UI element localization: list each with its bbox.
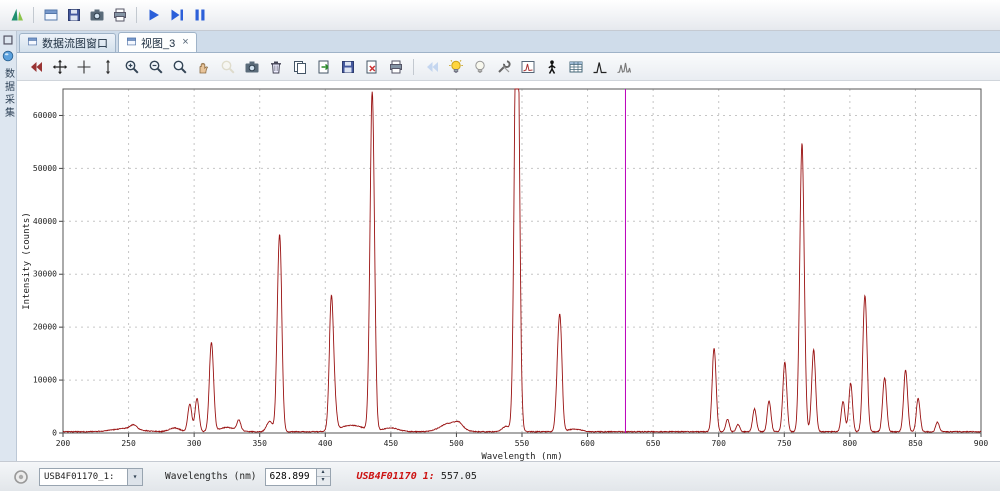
- svg-text:50000: 50000: [33, 164, 57, 173]
- lamp-on-button[interactable]: [445, 56, 466, 77]
- export-button[interactable]: [313, 56, 334, 77]
- svg-text:350: 350: [252, 439, 267, 448]
- svg-text:800: 800: [843, 439, 858, 448]
- pause-button[interactable]: [189, 5, 210, 26]
- copy-button[interactable]: [289, 56, 310, 77]
- zoom-out-button[interactable]: [145, 56, 166, 77]
- chevron-down-icon[interactable]: ▾: [127, 469, 142, 485]
- wavelength-value[interactable]: 628.899: [266, 469, 316, 485]
- pan-button[interactable]: [49, 56, 70, 77]
- main-area: 数据采集 数据流图窗口 视图_3 × 200 250 300 350 400 450 500 55…: [0, 31, 1000, 461]
- scale-back-button[interactable]: [25, 56, 46, 77]
- save-spectrum-button[interactable]: [337, 56, 358, 77]
- spin-up-button[interactable]: ▴: [317, 469, 330, 478]
- play-button[interactable]: [143, 5, 164, 26]
- svg-text:Intensity (counts): Intensity (counts): [22, 212, 32, 310]
- save-button[interactable]: [63, 5, 84, 26]
- spectrum-trace: [63, 89, 981, 432]
- document-area: 数据流图窗口 视图_3 × 200 250 300 350 400 450 500 550 600 6…: [17, 31, 1000, 461]
- app-logo: [6, 5, 27, 26]
- rewind-button[interactable]: [421, 56, 442, 77]
- crosshair-button[interactable]: [73, 56, 94, 77]
- svg-text:60000: 60000: [33, 111, 57, 120]
- svg-text:700: 700: [711, 439, 726, 448]
- svg-text:400: 400: [318, 439, 333, 448]
- target-icon[interactable]: [10, 466, 31, 487]
- spin-down-button[interactable]: ▾: [317, 477, 330, 485]
- wavelength-input[interactable]: 628.899 ▴ ▾: [265, 468, 331, 486]
- tab-icon: [27, 36, 38, 50]
- svg-text:10000: 10000: [33, 376, 57, 385]
- side-panel-strip: 数据采集: [0, 31, 17, 461]
- svg-text:650: 650: [646, 439, 661, 448]
- dock-icon[interactable]: [1, 33, 15, 47]
- new-view-button[interactable]: [517, 56, 538, 77]
- chart-toolbar: [17, 53, 1000, 81]
- vertical-cursor-button[interactable]: [97, 56, 118, 77]
- tab-label: 数据流图窗口: [42, 35, 108, 51]
- main-toolbar: [0, 0, 1000, 31]
- tab-close-icon[interactable]: ×: [182, 37, 188, 48]
- hand-button[interactable]: [193, 56, 214, 77]
- svg-text:450: 450: [384, 439, 399, 448]
- svg-text:850: 850: [908, 439, 923, 448]
- app-window: 数据采集 数据流图窗口 视图_3 × 200 250 300 350 400 450 500 55…: [0, 0, 1000, 491]
- svg-text:30000: 30000: [33, 270, 57, 279]
- zoom-window-button[interactable]: [169, 56, 190, 77]
- svg-text:300: 300: [187, 439, 202, 448]
- toolbar-separator: [33, 7, 34, 23]
- wavelength-label: Wavelengths (nm): [165, 471, 257, 482]
- side-panel-tab[interactable]: 数据采集: [1, 68, 16, 120]
- zoom-in-button[interactable]: [121, 56, 142, 77]
- lamp-off-button[interactable]: [469, 56, 490, 77]
- multi-peak-button[interactable]: [613, 56, 634, 77]
- tab-bar: 数据流图窗口 视图_3 ×: [17, 31, 1000, 53]
- tab-icon: [126, 36, 137, 50]
- svg-text:500: 500: [449, 439, 464, 448]
- snapshot-button[interactable]: [86, 5, 107, 26]
- tools-button[interactable]: [493, 56, 514, 77]
- svg-text:900: 900: [974, 439, 989, 448]
- spinner-buttons: ▴ ▾: [316, 469, 330, 485]
- cursor-readout: USB4F01170 1: 557.05: [357, 471, 477, 482]
- chart-area: 200 250 300 350 400 450 500 550 600 650 700 750 800 8…: [17, 81, 1000, 465]
- delete-button[interactable]: [265, 56, 286, 77]
- device-icon[interactable]: [1, 49, 15, 63]
- peak-find-button[interactable]: [589, 56, 610, 77]
- tab-label: 视图_3: [141, 35, 175, 51]
- person-button[interactable]: [541, 56, 562, 77]
- print-button[interactable]: [109, 5, 130, 26]
- device-select[interactable]: USB4F01170_1: ▾: [39, 468, 143, 486]
- print-graph-button[interactable]: [385, 56, 406, 77]
- svg-text:250: 250: [121, 439, 136, 448]
- device-select-value: USB4F01170_1:: [44, 472, 114, 482]
- table-view-button[interactable]: [565, 56, 586, 77]
- zoom-reset-button[interactable]: [217, 56, 238, 77]
- svg-text:200: 200: [56, 439, 71, 448]
- toolbar-separator: [413, 59, 414, 75]
- readout-device-label: USB4F01170 1:: [357, 471, 435, 482]
- status-bar: USB4F01170_1: ▾ Wavelengths (nm) 628.899…: [0, 461, 1000, 491]
- svg-text:0: 0: [52, 429, 57, 438]
- svg-text:550: 550: [515, 439, 530, 448]
- svg-text:20000: 20000: [33, 323, 57, 332]
- svg-text:750: 750: [777, 439, 792, 448]
- clear-page-button[interactable]: [361, 56, 382, 77]
- readout-value: 557.05: [441, 471, 477, 482]
- svg-text:600: 600: [580, 439, 595, 448]
- tab-2[interactable]: 视图_3 ×: [118, 32, 197, 52]
- toolbar-separator: [136, 7, 137, 23]
- spectrum-chart[interactable]: 200 250 300 350 400 450 500 550 600 650 700 750 800 8…: [17, 81, 1000, 465]
- new-window-button[interactable]: [40, 5, 61, 26]
- camera-button[interactable]: [241, 56, 262, 77]
- svg-text:40000: 40000: [33, 217, 57, 226]
- play-step-button[interactable]: [166, 5, 187, 26]
- tab-1[interactable]: 数据流图窗口: [19, 33, 116, 52]
